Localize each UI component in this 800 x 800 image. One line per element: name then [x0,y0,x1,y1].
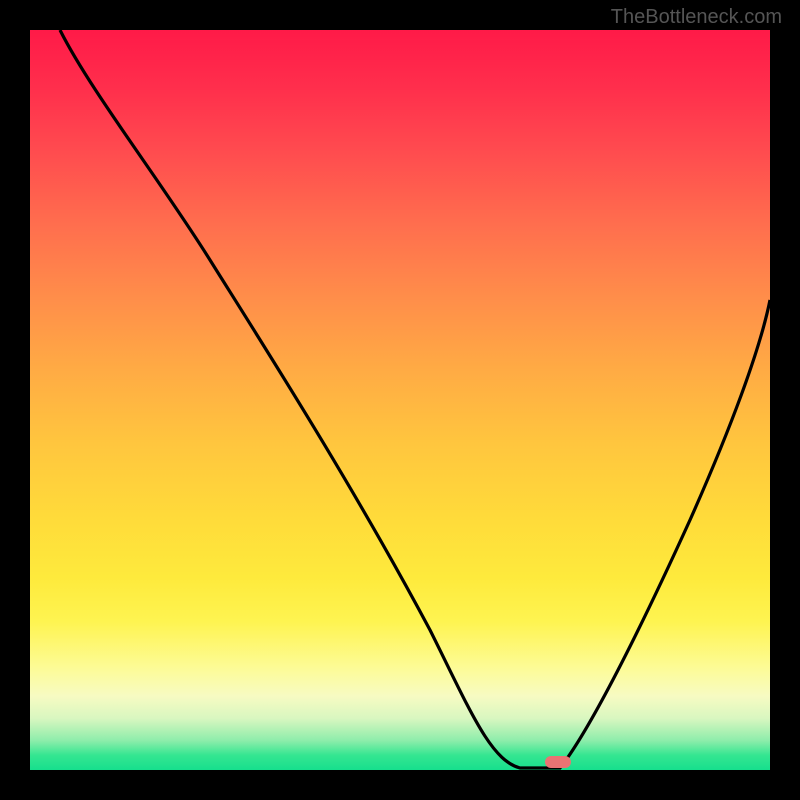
watermark-text: TheBottleneck.com [611,6,782,29]
optimal-marker [545,756,571,768]
bottleneck-curve [30,30,770,770]
chart-plot-area [30,30,770,770]
curve-path [60,30,770,768]
